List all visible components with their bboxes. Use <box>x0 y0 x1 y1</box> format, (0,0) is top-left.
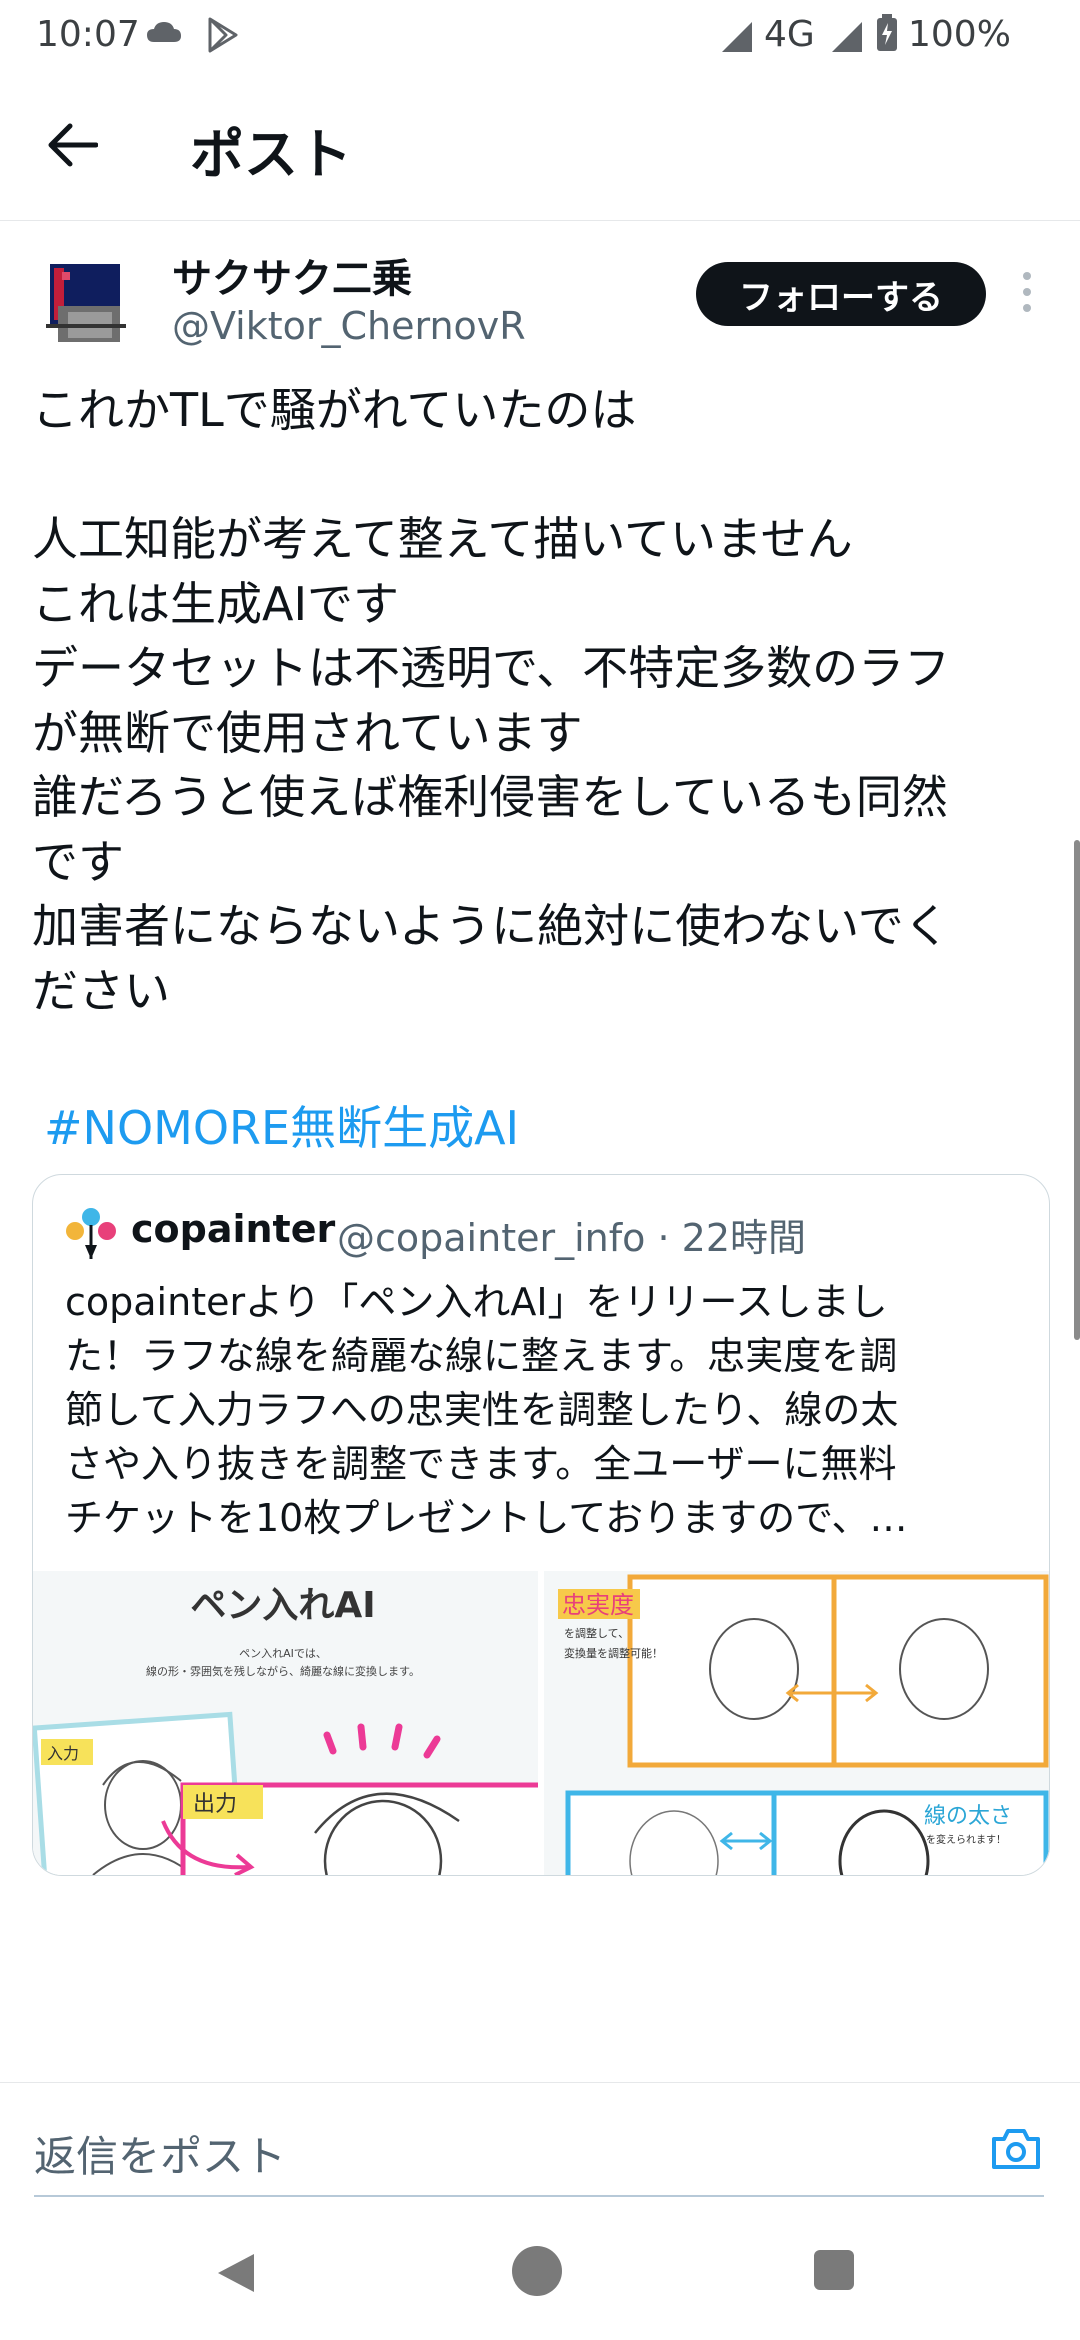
status-bar: 10:07 4G 100% <box>0 0 1080 72</box>
signal-icon <box>832 22 862 52</box>
image-title: ペン入れAI <box>190 1585 375 1626</box>
media-illustration: 忠実度 を調整して、 変換量を調整可能！ 線の太さ を変えられます！ <box>544 1571 1049 1875</box>
quoted-author-meta: @copainter_info · 22時間 <box>337 1207 806 1262</box>
image-subtitle: ペン入れAIでは、 <box>239 1647 327 1660</box>
signal-icon <box>722 22 752 52</box>
quoted-text-line: さや入り抜きを調整できます。全ユーザーに無料 <box>65 1442 897 1486</box>
quoted-text: copainterより「ペン入れAI」をリリースしまし た！ラフな線を綺麗な線に… <box>65 1275 1025 1545</box>
image-subtitle: 線の形・雰囲気を残しながら、綺麗な線に変換します。 <box>146 1664 420 1678</box>
quoted-text-line: た！ラフな線を綺麗な線に整えます。忠実度を調 <box>65 1334 898 1378</box>
play-store-icon <box>208 17 238 53</box>
author-handle[interactable]: @Viktor_ChernovR <box>172 304 526 348</box>
copainter-logo-icon <box>66 1208 116 1259</box>
media-image-1[interactable]: ペン入れAI ペン入れAIでは、 線の形・雰囲気を残しながら、綺麗な線に変換しま… <box>33 1571 538 1875</box>
media-image-2[interactable]: 忠実度 を調整して、 変換量を調整可能！ 線の太さ を変えられます！ <box>544 1571 1049 1875</box>
post-text-line: です <box>32 834 124 889</box>
scrollbar[interactable] <box>1074 840 1080 1340</box>
image-label-input: 入力 <box>47 1744 79 1763</box>
author-name[interactable]: サクサク二乗 <box>172 246 412 304</box>
quoted-media: ペン入れAI ペン入れAIでは、 線の形・雰囲気を残しながら、綺麗な線に変換しま… <box>33 1571 1049 1875</box>
image-label-thickness: 線の太さ <box>924 1804 1012 1829</box>
top-app-bar: ポスト <box>0 72 1080 221</box>
quoted-text-line: copainterより「ペン入れAI」をリリースしまし <box>65 1280 888 1324</box>
status-time: 10:07 <box>36 14 140 55</box>
post-text-line: これは生成AIです <box>32 576 400 631</box>
battery-charging-icon <box>877 14 897 51</box>
nav-home-icon[interactable] <box>512 2246 562 2296</box>
post-text-line: 誰だろうと使えば権利侵害をしているも同然 <box>32 770 948 824</box>
more-options-icon[interactable] <box>1020 272 1034 316</box>
page-title: ポスト <box>190 123 352 186</box>
image-label-sub: を変えられます！ <box>926 1833 1006 1846</box>
image-label-sub: 変換量を調整可能！ <box>564 1646 663 1660</box>
quoted-text-line: 節して入力ラフへの忠実性を調整したり、線の太 <box>65 1388 899 1432</box>
follow-button[interactable]: フォローする <box>696 262 986 326</box>
post-text: これかTLで騒がれていたのは 人工知能が考えて整えて描いていません これは生成A… <box>32 378 1042 1023</box>
post-text-line: ださい <box>32 963 170 1018</box>
image-label-sub: を調整して、 <box>564 1626 629 1640</box>
meta-separator: · <box>657 1216 670 1260</box>
quoted-author-handle: @copainter_info <box>337 1216 646 1260</box>
hashtag-link[interactable]: #NOMORE無断生成AI <box>44 1092 519 1158</box>
nav-recents-icon[interactable] <box>814 2250 854 2290</box>
reply-input[interactable]: 返信をポスト <box>34 2123 286 2184</box>
quoted-time: 22時間 <box>681 1216 807 1260</box>
post-text-line <box>32 443 1042 508</box>
battery-percent: 100% <box>908 14 1011 55</box>
post-text-line: データセットは不透明で、不特定多数のラフ <box>32 641 951 695</box>
post-text-line: これかTLで騒がれていたのは <box>32 383 637 437</box>
quoted-post[interactable]: copainter @copainter_info · 22時間 copaint… <box>32 1174 1050 1876</box>
nav-back-icon[interactable] <box>214 2250 258 2296</box>
image-label-fidelity: 忠実度 <box>562 1591 634 1619</box>
reply-underline <box>34 2195 1044 2197</box>
post-text-line: 人工知能が考えて整えて描いていません <box>32 512 853 566</box>
quoted-text-line: チケットを10枚プレゼントしておりますので、… <box>65 1496 908 1540</box>
avatar[interactable] <box>44 262 128 346</box>
post-text-line: が無断で使用されています <box>32 705 583 760</box>
post-text-line: 加害者にならないように絶対に使わないでく <box>32 899 950 953</box>
system-nav-bar <box>0 2200 1080 2340</box>
image-label-output: 出力 <box>193 1792 237 1817</box>
arrow-left-icon[interactable] <box>46 122 98 168</box>
media-illustration: ペン入れAI ペン入れAIでは、 線の形・雰囲気を残しながら、綺麗な線に変換しま… <box>33 1571 538 1875</box>
quoted-author-name: copainter <box>131 1207 336 1251</box>
cloud-icon <box>147 22 181 42</box>
reply-bar: 返信をポスト <box>0 2082 1080 2201</box>
network-type: 4G <box>764 14 815 55</box>
camera-icon[interactable] <box>990 2127 1042 2171</box>
